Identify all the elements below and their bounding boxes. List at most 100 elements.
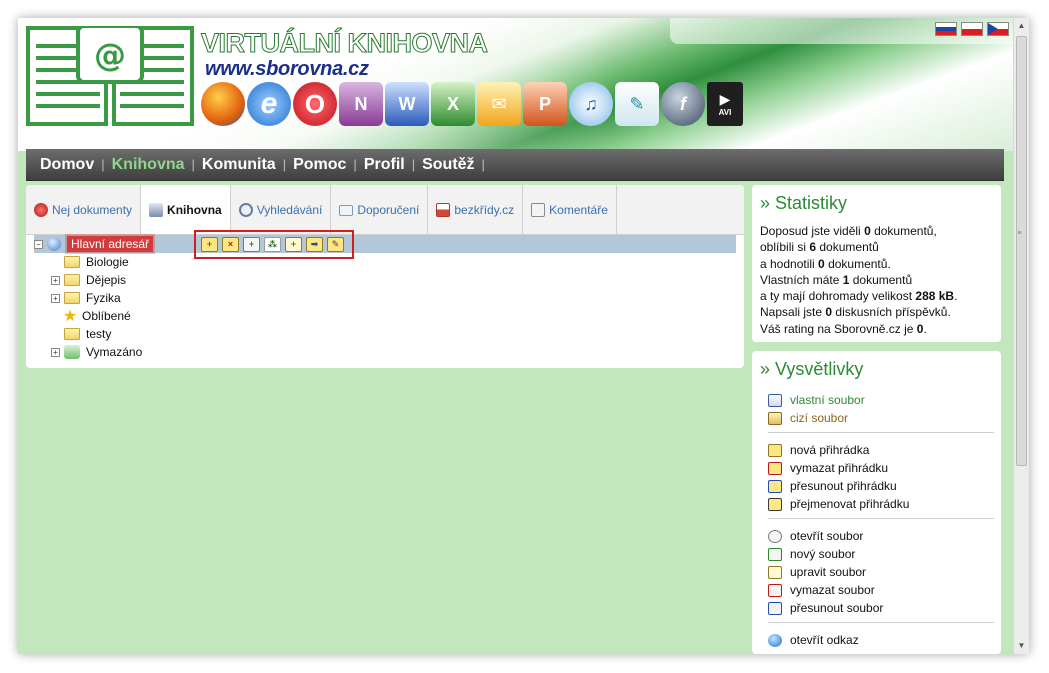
add-document-icon[interactable]: + xyxy=(285,237,302,252)
stats-text-rated: a hodnotili xyxy=(760,256,819,271)
library-tabs: Nej dokumenty Knihovna Vyhledávání Dopor… xyxy=(26,185,744,235)
mail-icon xyxy=(339,205,354,216)
stats-text-posts-suffix: diskusních příspěvků. xyxy=(832,305,951,320)
tree-item[interactable]: testy xyxy=(34,325,736,343)
new-folder-icon[interactable]: + xyxy=(201,237,218,252)
tree-root-row[interactable]: − Hlavní adresář + × + ⁂ + ➡ ✎ xyxy=(34,230,736,259)
tree-item-label[interactable]: testy xyxy=(86,327,111,341)
tab-doporuceni[interactable]: Doporučení xyxy=(331,185,429,234)
rename-icon[interactable]: ✎ xyxy=(327,237,344,252)
stats-value-seen: 0 xyxy=(864,224,871,238)
stats-panel: » Statistiky Doposud jste viděli 0 dokum… xyxy=(752,185,1001,342)
expand-icon[interactable]: + xyxy=(51,293,60,303)
folder-icon xyxy=(64,256,80,268)
outlook-icon: ✉ xyxy=(477,82,521,126)
legend-divider xyxy=(768,622,994,623)
stats-text-favorites-suffix: dokumentů xyxy=(816,240,879,255)
site-title: VIRTUÁLNÍ KNIHOVNA xyxy=(201,28,489,59)
open-link-icon xyxy=(768,633,782,647)
nav-pomoc[interactable]: Pomoc xyxy=(293,156,346,174)
library-logo-icon[interactable]: @ xyxy=(26,26,194,130)
collapse-icon[interactable]: − xyxy=(34,239,43,249)
delete-folder-icon[interactable]: × xyxy=(222,237,239,252)
legend-divider xyxy=(768,432,994,433)
tree-item-label[interactable]: Vymazáno xyxy=(86,345,142,359)
stats-text-posts: Napsali jste xyxy=(760,305,826,320)
tree-item[interactable]: + Vymazáno xyxy=(34,343,736,361)
legend-item: přejmenovat přihrádku xyxy=(768,495,994,513)
stats-text-rating: Váš rating na Sborovně.cz je xyxy=(760,321,917,336)
legend-label: přejmenovat přihrádku xyxy=(790,497,910,511)
tab-komentare[interactable]: Komentáře xyxy=(523,185,617,234)
tree-item[interactable]: + Dějepis xyxy=(34,271,736,289)
open-file-icon xyxy=(768,529,782,543)
tab-nej-dokumenty[interactable]: Nej dokumenty xyxy=(26,185,142,234)
nav-soutez[interactable]: Soutěž xyxy=(422,156,474,174)
site-url[interactable]: www.sborovna.cz xyxy=(205,58,369,81)
tab-knihovna[interactable]: Knihovna xyxy=(141,185,231,234)
expand-icon[interactable]: + xyxy=(51,275,60,285)
legend-label: vymazat soubor xyxy=(790,583,875,597)
tab-label: bezkřídy.cz xyxy=(454,203,515,217)
stats-title: » Statistiky xyxy=(760,193,848,213)
legend-label: otevřít odkaz xyxy=(790,633,859,647)
stats-text-seen-suffix: dokumentů, xyxy=(870,224,937,238)
scroll-grip-icon: ≡ xyxy=(1017,230,1022,237)
move-file-icon xyxy=(768,601,782,615)
nav-komunita[interactable]: Komunita xyxy=(202,156,276,174)
vertical-scrollbar[interactable]: ▲ ≡ ▼ xyxy=(1013,18,1029,654)
legend-label: upravit soubor xyxy=(790,565,867,579)
tree-item-label[interactable]: Dějepis xyxy=(86,273,126,287)
tree-icon[interactable]: ⁂ xyxy=(264,237,281,252)
tree-item-label[interactable]: Fyzika xyxy=(86,291,121,305)
firefox-icon xyxy=(201,82,245,126)
tree-item-label[interactable]: Biologie xyxy=(86,255,129,269)
scroll-up-arrow-icon[interactable]: ▲ xyxy=(1014,18,1029,34)
search-icon xyxy=(238,203,253,217)
excel-icon: X xyxy=(431,82,475,126)
move-icon[interactable]: ➡ xyxy=(306,237,323,252)
tab-label: Komentáře xyxy=(549,203,608,217)
legend-label: vymazat přihrádku xyxy=(790,461,889,475)
tree-item[interactable]: + Fyzika xyxy=(34,289,736,307)
stats-text-rating-suffix: . xyxy=(923,321,927,336)
stats-text-size: a ty mají dohromady velikost xyxy=(760,289,916,304)
star-icon: ★ xyxy=(62,308,78,325)
czech-flag-icon[interactable] xyxy=(987,22,1009,36)
scroll-thumb[interactable] xyxy=(1016,36,1027,466)
rename-folder-icon xyxy=(768,497,782,511)
tree-item-label[interactable]: Oblíbené xyxy=(82,309,131,323)
tree-root-label[interactable]: Hlavní adresář xyxy=(67,236,154,252)
nav-domov[interactable]: Domov xyxy=(40,156,94,174)
avi-icon: ▶ AVI xyxy=(707,82,743,126)
stats-text-rated-suffix: dokumentů. xyxy=(824,256,891,271)
stats-text-favorites: oblíbili si xyxy=(760,240,810,255)
slovak-flag-icon[interactable] xyxy=(935,22,957,36)
delete-folder-icon xyxy=(768,461,782,475)
tab-vyhledavani[interactable]: Vyhledávání xyxy=(231,185,332,234)
legend-item: otevřít soubor xyxy=(768,527,994,545)
legend-item: otevřít odkaz xyxy=(768,631,994,649)
home-icon xyxy=(436,203,451,217)
nav-knihovna[interactable]: Knihovna xyxy=(112,156,185,174)
site-header: @ VIRTUÁLNÍ KNIHOVNA www.sborovna.cz e O… xyxy=(18,18,1013,151)
scroll-down-arrow-icon[interactable]: ▼ xyxy=(1014,638,1029,654)
expand-icon[interactable]: + xyxy=(51,347,60,357)
main-nav: Domov | Knihovna | Komunita | Pomoc | Pr… xyxy=(26,149,1004,181)
svg-text:@: @ xyxy=(94,36,126,74)
tree-item[interactable]: Biologie xyxy=(34,253,736,271)
app-icon-strip: e O N W X ✉ P ♫ ✎ f ▶ AVI xyxy=(201,82,743,126)
stats-text: Doposud jste viděli 0 dokumentů, oblíbil… xyxy=(760,223,957,337)
delete-file-icon xyxy=(768,583,782,597)
legend-label: přesunout přihrádku xyxy=(790,479,897,493)
nav-profil[interactable]: Profil xyxy=(364,156,405,174)
polish-flag-icon[interactable] xyxy=(961,22,983,36)
stats-value-rated: 0 xyxy=(818,256,825,271)
tree-item[interactable]: ★ Oblíbené xyxy=(34,307,736,325)
legend-divider xyxy=(768,518,994,519)
flash-icon: f xyxy=(661,82,705,126)
tab-label: Doporučení xyxy=(357,203,420,217)
new-file-icon[interactable]: + xyxy=(243,237,260,252)
tab-bezkridy[interactable]: bezkřídy.cz xyxy=(428,185,524,234)
internet-explorer-icon: e xyxy=(247,82,291,126)
